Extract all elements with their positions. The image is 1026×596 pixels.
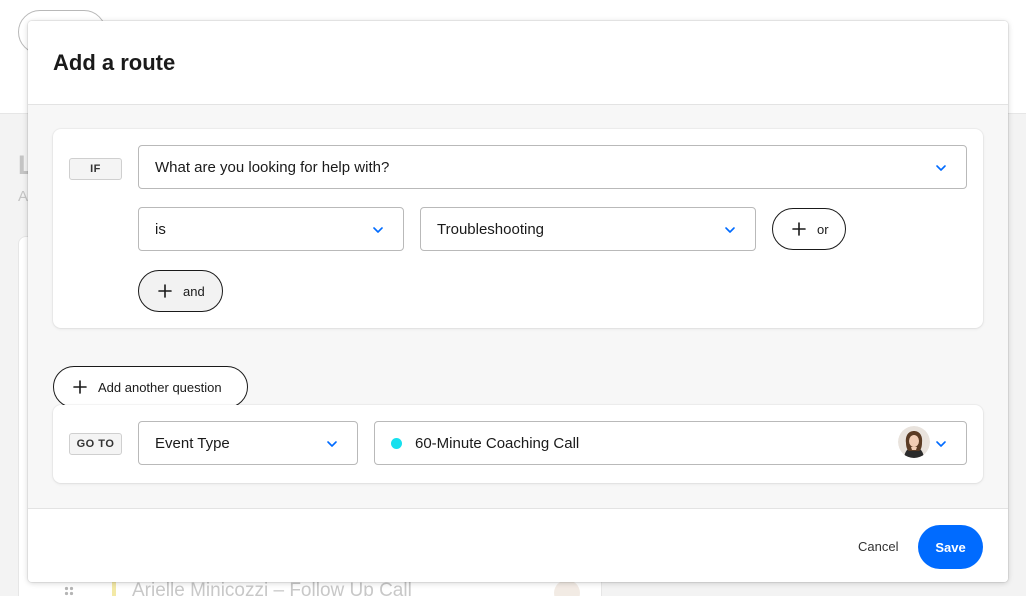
plus-icon	[158, 284, 172, 298]
goto-tag: GO TO	[69, 433, 122, 455]
destination-type-value: Event Type	[155, 434, 230, 452]
chevron-down-icon	[725, 227, 735, 233]
chevron-down-icon	[936, 165, 946, 171]
drag-handle-icon	[64, 586, 74, 596]
event-color-strip	[112, 582, 116, 596]
add-or-label: or	[817, 221, 829, 237]
plus-icon	[73, 380, 87, 394]
add-and-label: and	[183, 283, 205, 299]
add-or-button[interactable]: or	[772, 208, 846, 250]
add-another-question-label: Add another question	[98, 379, 222, 395]
event-color-dot	[391, 438, 402, 449]
plus-icon	[792, 222, 806, 236]
condition-card: IF What are you looking for help with? i…	[53, 129, 983, 328]
modal-body: IF What are you looking for help with? i…	[28, 105, 1008, 508]
modal-title: Add a route	[53, 50, 176, 75]
event-select-value: 60-Minute Coaching Call	[415, 434, 580, 452]
modal-footer: Cancel Save	[28, 508, 1008, 582]
modal-header: Add a route	[28, 21, 1008, 105]
operator-select-value: is	[155, 220, 166, 238]
cancel-button[interactable]: Cancel	[858, 539, 898, 554]
if-tag: IF	[69, 158, 122, 180]
destination-card: GO TO Event Type 60-Minute Coaching Call	[53, 405, 983, 483]
add-another-question-button[interactable]: Add another question	[53, 366, 248, 408]
answer-select-value: Troubleshooting	[437, 220, 545, 238]
page-subheading: A	[18, 188, 29, 205]
add-and-button[interactable]: and	[138, 270, 223, 312]
background-row-title: Arielle Minicozzi – Follow Up Call	[132, 580, 412, 596]
chevron-down-icon	[936, 441, 946, 447]
answer-select[interactable]: Troubleshooting	[420, 207, 756, 251]
save-button[interactable]: Save	[918, 525, 983, 569]
destination-type-select[interactable]: Event Type	[138, 421, 358, 465]
event-select[interactable]: 60-Minute Coaching Call	[374, 421, 967, 465]
chevron-down-icon	[373, 227, 383, 233]
question-select[interactable]: What are you looking for help with?	[138, 145, 967, 189]
chevron-down-icon	[327, 441, 337, 447]
add-route-modal: Add a route IF What are you looking for …	[28, 21, 1008, 582]
question-select-value: What are you looking for help with?	[155, 158, 390, 176]
avatar	[554, 580, 580, 596]
avatar	[898, 426, 930, 458]
operator-select[interactable]: is	[138, 207, 404, 251]
